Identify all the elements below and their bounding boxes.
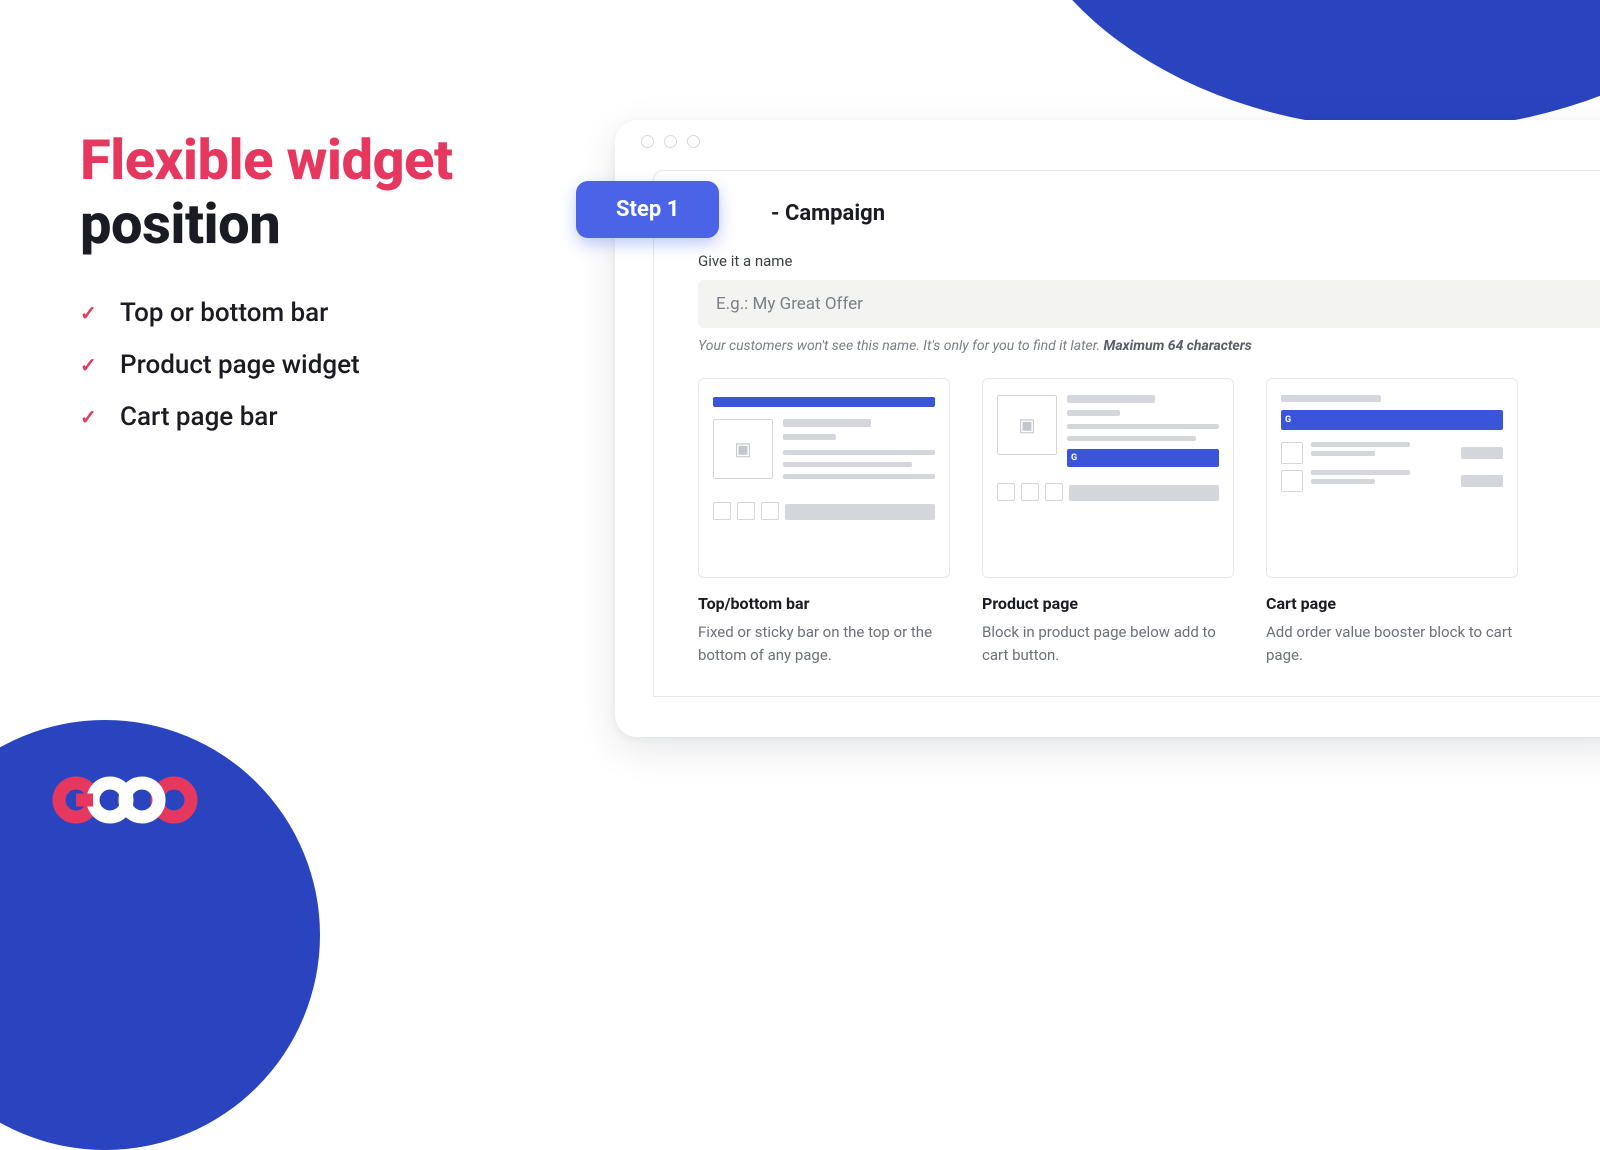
option-product-page[interactable]: ▣ G [982,378,1234,666]
hero-title: Flexible widget position [80,128,540,257]
option-title: Product page [982,594,1234,613]
option-title: Top/bottom bar [698,594,950,613]
panel-heading-text: - Campaign [771,201,885,226]
feature-bullets: ✓ Top or bottom bar ✓ Product page widge… [80,287,540,443]
option-thumbnail: G [1266,378,1518,578]
option-desc: Add order value booster block to cart pa… [1266,621,1518,666]
step-chip: Step 1 [576,181,719,238]
image-placeholder-icon [1281,470,1303,492]
window-dot-icon [641,135,654,148]
image-placeholder-icon: ▣ [997,395,1057,455]
brand-logo: GOOO [50,770,200,830]
bullet-item: ✓ Product page widget [80,339,540,391]
option-desc: Fixed or sticky bar on the top or the bo… [698,621,950,666]
image-placeholder-icon: ▣ [713,419,773,479]
position-options: ▣ [698,378,1600,666]
image-placeholder-icon [1281,442,1303,464]
bullet-label: Product page widget [120,350,360,380]
bullet-label: Top or bottom bar [120,298,328,328]
app-window: Step 1 Step 1 - Campaign Give it a name … [615,120,1600,737]
hero-title-plain: position [80,191,280,257]
step-panel: Step 1 Step 1 - Campaign Give it a name … [653,170,1600,697]
option-thumbnail: ▣ G [982,378,1234,578]
window-dot-icon [664,135,677,148]
option-desc: Block in product page below add to cart … [982,621,1234,666]
campaign-name-input[interactable]: E.g.: My Great Offer [698,280,1600,328]
bullet-label: Cart page bar [120,402,278,432]
name-label: Give it a name [698,252,1600,270]
hero-copy: Flexible widget position ✓ Top or bottom… [80,128,540,443]
option-top-bottom-bar[interactable]: ▣ [698,378,950,666]
window-titlebar [615,120,1600,162]
input-placeholder: E.g.: My Great Offer [716,294,863,314]
bullet-item: ✓ Cart page bar [80,391,540,443]
check-icon: ✓ [80,301,98,325]
bullet-item: ✓ Top or bottom bar [80,287,540,339]
window-dot-icon [687,135,700,148]
check-icon: ✓ [80,405,98,429]
hero-title-emphasis: Flexible widget [80,127,453,193]
check-icon: ✓ [80,353,98,377]
option-title: Cart page [1266,594,1518,613]
panel-heading: Step 1 - Campaign [698,201,1600,226]
option-thumbnail: ▣ [698,378,950,578]
decoration-top-right [1000,0,1600,130]
option-cart-page[interactable]: G Cart page Add order value [1266,378,1518,666]
name-hint: Your customers won't see this name. It's… [698,338,1600,354]
